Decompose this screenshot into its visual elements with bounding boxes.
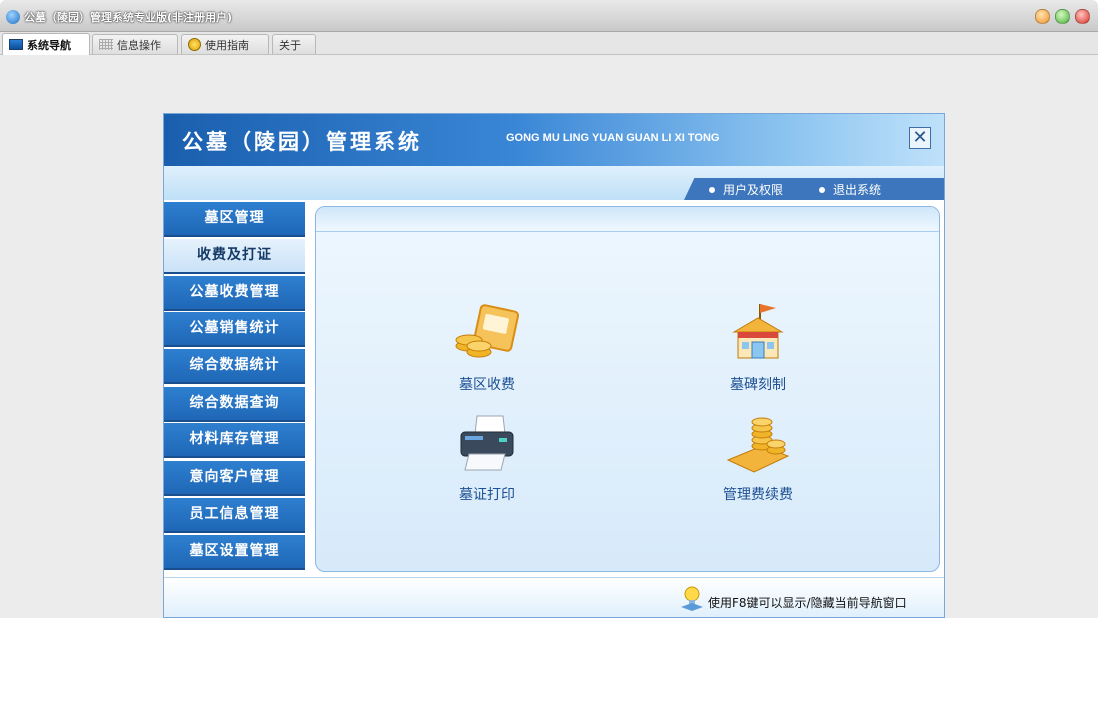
f8-hint-text: 使用F8键可以显示/隐藏当前导航窗口 xyxy=(708,596,907,610)
feature-label: 墓区收费 xyxy=(459,377,515,393)
link-label: 用户及权限 xyxy=(723,183,784,197)
menu-item-fee-management[interactable]: 公墓收费管理 xyxy=(164,276,305,311)
coin-stack-icon xyxy=(726,417,790,473)
close-window-button[interactable] xyxy=(1075,9,1090,24)
maximize-button[interactable] xyxy=(1055,9,1070,24)
feature-label: 墓碑刻制 xyxy=(730,377,786,393)
menu-item-data-stats[interactable]: 综合数据统计 xyxy=(164,349,305,384)
tab-label: 信息操作 xyxy=(117,38,161,52)
feature-tombstone-carving[interactable]: 墓碑刻制 xyxy=(693,302,823,394)
panel-title: 公墓（陵园）管理系统 xyxy=(182,129,422,154)
tab-label: 使用指南 xyxy=(205,38,249,52)
tab-info-ops[interactable]: 信息操作 xyxy=(92,34,178,54)
guide-icon xyxy=(188,38,201,51)
navigation-panel: 公墓（陵园）管理系统 GONG MU LING YUAN GUAN LI XI … xyxy=(163,113,945,618)
minimize-button[interactable] xyxy=(1035,9,1050,24)
tab-about[interactable]: 关于 xyxy=(272,34,316,54)
feature-cemetery-fees[interactable]: 墓区收费 xyxy=(422,302,552,394)
menu-item-prospects[interactable]: 意向客户管理 xyxy=(164,461,305,496)
app-window: 公墓（陵园）管理系统专业版(非注册用户) 系统导航 信息操作 使用指南 关于 公… xyxy=(0,0,1098,618)
grid-icon xyxy=(99,39,113,50)
menu-item-inventory[interactable]: 材料库存管理 xyxy=(164,423,305,458)
nav-icon xyxy=(9,39,23,50)
shop-icon xyxy=(732,304,784,359)
content-header-strip xyxy=(316,207,939,232)
content-area: 墓区收费 墓碑刻制 墓证打印 管理费续费 xyxy=(315,206,940,572)
tab-user-guide[interactable]: 使用指南 xyxy=(181,34,269,54)
close-panel-button[interactable]: ✕ xyxy=(909,127,931,149)
tab-system-nav[interactable]: 系统导航 xyxy=(2,33,90,55)
bullet-icon xyxy=(709,186,715,193)
tab-bar: 系统导航 信息操作 使用指南 关于 xyxy=(0,32,1098,55)
panel-header: 公墓（陵园）管理系统 GONG MU LING YUAN GUAN LI XI … xyxy=(164,114,944,166)
lightbulb-icon xyxy=(681,586,703,611)
menu-item-area-settings[interactable]: 墓区设置管理 xyxy=(164,535,305,570)
users-permissions-link[interactable]: 用户及权限 xyxy=(709,181,783,198)
menu-item-data-query[interactable]: 综合数据查询 xyxy=(164,387,305,422)
window-title: 公墓（陵园）管理系统专业版(非注册用户) xyxy=(24,11,233,24)
bullet-icon xyxy=(819,186,825,193)
feature-label: 管理费续费 xyxy=(723,487,793,503)
tab-label: 系统导航 xyxy=(27,38,71,52)
panel-subtitle: GONG MU LING YUAN GUAN LI XI TONG xyxy=(506,132,720,144)
feature-management-renewal[interactable]: 管理费续费 xyxy=(693,412,823,504)
link-label: 退出系统 xyxy=(833,183,882,197)
menu-item-employees[interactable]: 员工信息管理 xyxy=(164,498,305,533)
printer-icon xyxy=(460,415,514,471)
tab-label: 关于 xyxy=(279,38,301,52)
menu-item-fees-certificates[interactable]: 收费及打证 xyxy=(164,239,305,274)
app-logo-icon xyxy=(6,10,20,24)
feature-certificate-print[interactable]: 墓证打印 xyxy=(422,412,552,504)
menu-item-cemetery-area[interactable]: 墓区管理 xyxy=(164,202,305,237)
exit-system-link[interactable]: 退出系统 xyxy=(819,181,881,198)
menu-item-sales-stats[interactable]: 公墓销售统计 xyxy=(164,312,305,347)
feature-label: 墓证打印 xyxy=(459,487,515,503)
panel-footer: 使用F8键可以显示/隐藏当前导航窗口 xyxy=(164,577,944,617)
title-bar: 公墓（陵园）管理系统专业版(非注册用户) xyxy=(0,0,1098,32)
coins-card-icon xyxy=(455,304,519,358)
